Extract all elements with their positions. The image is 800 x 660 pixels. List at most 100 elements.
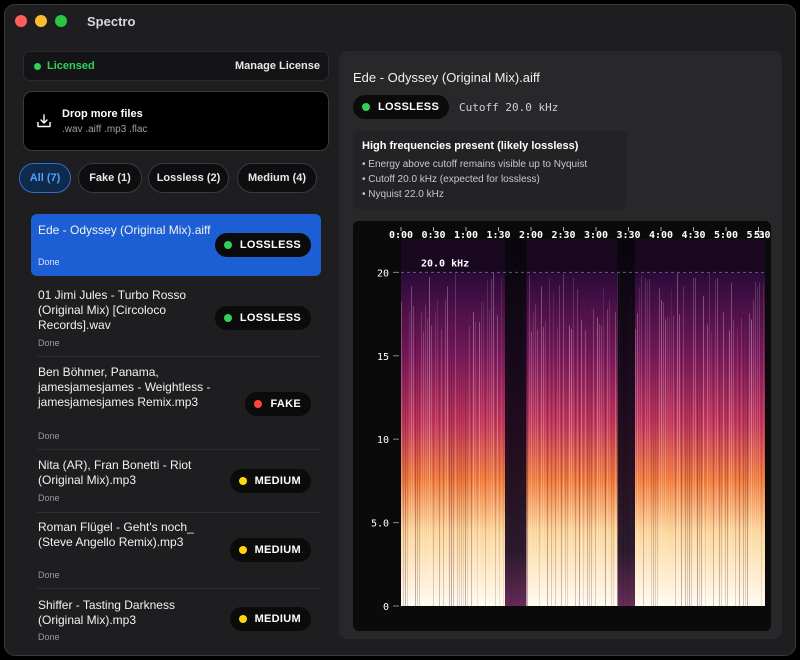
filter-lossless[interactable]: Lossless (2) xyxy=(148,163,229,193)
spectrogram-streak xyxy=(441,329,442,606)
spectrogram-streak xyxy=(717,277,718,606)
file-row[interactable]: Ede - Odyssey (Original Mix).aiff Done L… xyxy=(31,214,321,276)
file-dropzone[interactable]: Drop more files .wav .aiff .mp3 .flac xyxy=(23,91,329,151)
spectrogram-streak xyxy=(605,293,606,606)
spectrogram-streak xyxy=(689,282,690,606)
spectrogram-streak xyxy=(489,309,490,606)
verdict-badge: MEDIUM xyxy=(229,538,311,562)
spectrogram-quiet-section xyxy=(505,239,527,606)
verdict-label: MEDIUM xyxy=(254,613,301,625)
spectrogram-streak xyxy=(575,315,576,606)
file-status: Done xyxy=(38,257,60,267)
spectrogram-streak xyxy=(409,311,410,606)
spectrogram-streak xyxy=(735,287,736,606)
verdict-label: LOSSLESS xyxy=(239,312,301,324)
spectrogram-streak xyxy=(563,274,564,606)
spectrogram[interactable]: 20.0 kHz 20 15 10 5.0 0 0:00 0:30 1:00 1:30 2:00 2:… xyxy=(353,221,771,631)
spectrogram-streak xyxy=(763,282,764,606)
x-tick-label: 2:30 xyxy=(551,230,575,241)
spectrogram-streak xyxy=(761,292,762,606)
spectrogram-streak xyxy=(423,331,424,606)
minimize-window-button[interactable] xyxy=(35,15,47,27)
spectrogram-streak xyxy=(479,322,480,606)
spectrogram-streak xyxy=(601,325,602,606)
manage-license-button[interactable]: Manage License xyxy=(235,60,320,72)
spectrogram-streak xyxy=(677,273,678,606)
spectrogram-streak xyxy=(665,319,666,606)
spectrogram-streak xyxy=(673,315,674,606)
file-row[interactable]: Nita (AR), Fran Bonetti - Riot (Original… xyxy=(31,451,321,511)
filter-all[interactable]: All (7) xyxy=(19,163,71,193)
verdict-badge: LOSSLESS xyxy=(214,233,311,257)
spectrogram-streak xyxy=(549,277,550,606)
analysis-line: • Cutoff 20.0 kHz (expected for lossless… xyxy=(362,174,540,185)
spectrogram-streak xyxy=(427,318,428,606)
spectrogram-streak xyxy=(555,316,556,606)
spectrogram-streak xyxy=(407,297,408,606)
spectrogram-streak xyxy=(651,297,652,606)
file-row[interactable]: Shiffer - Tasting Darkness (Original Mix… xyxy=(31,590,321,646)
spectrogram-streak xyxy=(501,277,502,606)
spectrogram-streak xyxy=(451,330,452,606)
spectrogram-streak xyxy=(709,273,710,606)
spectrogram-streak xyxy=(405,277,406,606)
spectrogram-streak xyxy=(737,329,738,606)
close-window-button[interactable] xyxy=(15,15,27,27)
spectrogram-streak xyxy=(453,317,454,606)
spectrogram-streak xyxy=(719,306,720,606)
spectrogram-streak xyxy=(485,286,486,606)
spectrogram-streak xyxy=(569,325,570,606)
spectrogram-streak xyxy=(681,330,682,606)
download-tray-icon xyxy=(37,114,51,128)
spectrogram-streak xyxy=(641,275,642,606)
spectrogram-streak xyxy=(637,313,638,606)
spectrogram-streak xyxy=(713,285,714,606)
verdict-dot xyxy=(223,241,232,249)
spectrogram-streak xyxy=(561,279,562,606)
file-row[interactable]: Roman Flügel - Geht's noch_ (Steve Angel… xyxy=(31,514,321,586)
spectrogram-streak xyxy=(583,307,584,606)
spectrogram-streak xyxy=(567,301,568,606)
spectrogram-streak xyxy=(445,299,446,606)
app-window: Spectro Licensed Manage License Drop mor… xyxy=(4,4,796,656)
file-status: Done xyxy=(38,431,60,441)
filter-fake[interactable]: Fake (1) xyxy=(78,163,142,193)
spectrogram-streak xyxy=(455,273,456,606)
spectrogram-streak xyxy=(597,317,598,606)
cutoff-readout: Cutoff 20.0 kHz xyxy=(459,101,559,114)
file-row[interactable]: 01 Jimi Jules - Turbo Rosso (Original Mi… xyxy=(31,280,321,352)
filter-medium[interactable]: Medium (4) xyxy=(237,163,317,193)
spectrogram-streak xyxy=(421,312,422,606)
file-row[interactable]: Ben Böhmer, Panama, jamesjamesjames - We… xyxy=(31,358,321,448)
spectrogram-streak xyxy=(729,330,730,606)
spectrogram-streak xyxy=(547,297,548,606)
dropzone-title: Drop more files xyxy=(62,108,143,120)
spectrogram-streak xyxy=(743,314,744,606)
file-status: Done xyxy=(38,570,60,580)
spectrogram-streak xyxy=(671,289,672,606)
spectrogram-streak xyxy=(711,332,712,606)
spectrogram-streak xyxy=(543,326,544,606)
spectrogram-streak xyxy=(757,286,758,606)
spectrogram-streak xyxy=(695,277,696,606)
spectrogram-streak xyxy=(433,308,434,606)
file-name: Ede - Odyssey (Original Mix).aiff xyxy=(38,223,211,237)
spectrogram-streak xyxy=(615,312,616,606)
spectrogram-streak xyxy=(725,280,726,606)
spectrogram-streak xyxy=(751,319,752,606)
spectrogram-streak xyxy=(609,300,610,606)
file-status: Done xyxy=(38,493,60,503)
spectrogram-streak xyxy=(457,285,458,606)
spectrogram-streak xyxy=(461,272,462,606)
spectrogram-streak xyxy=(557,326,558,606)
spectrogram-streak xyxy=(705,280,706,606)
zoom-window-button[interactable] xyxy=(55,15,67,27)
spectrogram-canvas: 20.0 kHz 20 15 10 5.0 0 0:00 0:30 1:00 1:30 2:00 2:… xyxy=(371,227,771,613)
verdict-badge: FAKE xyxy=(245,392,311,416)
spectrogram-streak xyxy=(691,307,692,606)
spectrogram-streak xyxy=(635,329,636,606)
x-tick-label: 2:00 xyxy=(519,230,543,241)
verdict-badge: MEDIUM xyxy=(229,607,311,631)
spectrogram-streak xyxy=(415,275,416,606)
spectrogram-streak xyxy=(573,277,574,606)
